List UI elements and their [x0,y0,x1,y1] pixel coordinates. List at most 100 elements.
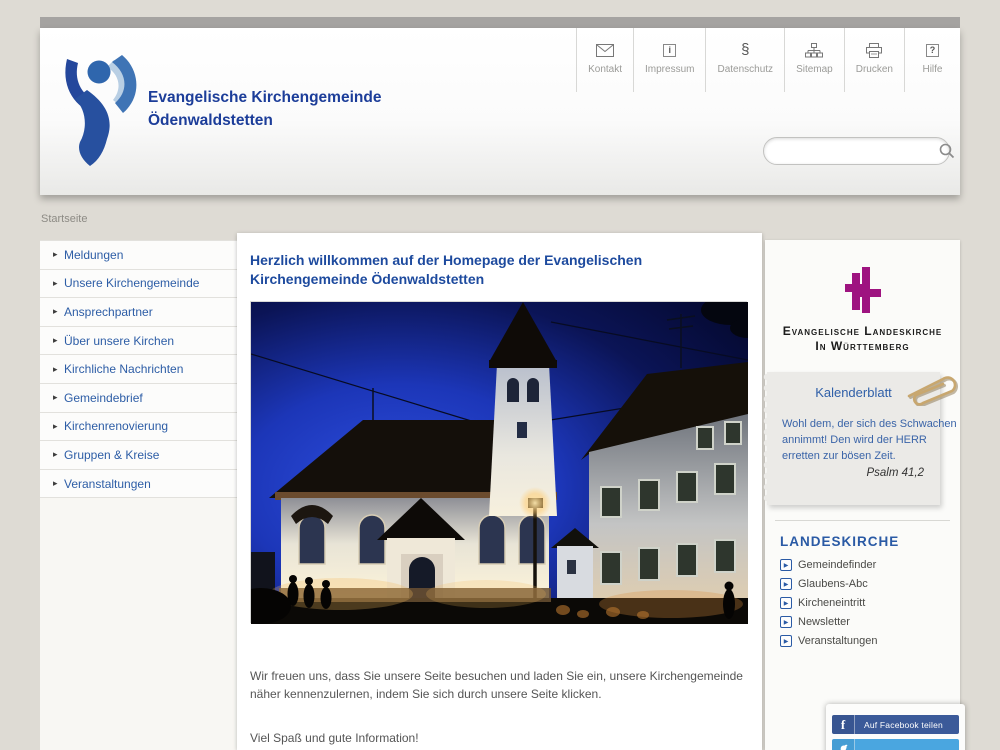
site-title: Evangelische Kirchengemeinde Ödenwaldste… [148,86,381,132]
link-label: Glaubens-Abc [798,578,868,590]
landeskirche-link-kircheneintritt[interactable]: ▶ Kircheneintritt [780,597,945,609]
bullet-icon: ▸ [53,392,64,403]
verse-line: Wohl dem, der sich des Schwachen [782,416,938,432]
nav-item-hilfe[interactable]: ? Hilfe [904,28,960,92]
bullet-icon: ▸ [53,449,64,460]
landeskirche-heading: LANDESKIRCHE [780,534,945,549]
landeskirche-link-newsletter[interactable]: ▶ Newsletter [780,616,945,628]
share-twitter-label [855,739,959,750]
nav-item-datenschutz[interactable]: § Datenschutz [705,28,784,92]
info-icon: i [663,41,676,59]
landeskirche-logo-line2: In Württemberg [765,339,960,354]
landeskirche-link-gemeindefinder[interactable]: ▶ Gemeindefinder [780,559,945,571]
sidebar-item-label: Über unsere Kirchen [64,334,174,348]
nav-item-impressum[interactable]: i Impressum [633,28,705,92]
header: Evangelische Kirchengemeinde Ödenwaldste… [40,28,960,195]
verse-line: erretten zur bösen Zeit. [782,448,938,464]
bullet-icon: ▸ [53,478,64,489]
verse-line: annimmt! Den wird der HERR [782,432,938,448]
landeskirche-link-glaubens-abc[interactable]: ▶ Glaubens-Abc [780,578,945,590]
nav-label: Hilfe [922,64,942,75]
nav-label: Drucken [856,64,893,75]
sidebar-item-label: Meldungen [64,248,123,262]
torn-edge-decoration [763,372,771,505]
twitter-bird-icon [832,739,855,750]
paperclip-icon [903,372,967,411]
search-input[interactable] [764,141,939,161]
sidebar-item-label: Kirchenrenovierung [64,419,168,433]
bullet-icon: ▸ [53,306,64,317]
bullet-icon: ▸ [53,335,64,346]
link-label: Kircheneintritt [798,597,865,609]
sidebar-item-label: Veranstaltungen [64,477,151,491]
bullet-icon: ▸ [53,421,64,432]
search-box [763,137,950,165]
play-icon: ▶ [780,597,792,609]
landeskirche-logo-line1: Evangelische Landeskirche [765,324,960,339]
nav-label: Kontakt [588,64,622,75]
paragraph-icon: § [741,41,749,59]
sitemap-icon [805,41,823,59]
link-label: Gemeindefinder [798,559,876,571]
bullet-icon: ▸ [53,278,64,289]
church-logo [54,46,146,173]
nav-item-kontakt[interactable]: Kontakt [576,28,633,92]
link-label: Newsletter [798,616,850,628]
figure-logo-icon [54,46,146,168]
play-icon: ▶ [780,559,792,571]
nav-label: Impressum [645,64,694,75]
nav-label: Datenschutz [717,64,773,75]
kalenderblatt-source: Psalm 41,2 [767,467,924,479]
share-panel: f Auf Facebook teilen [826,704,965,750]
sidebar-item-label: Ansprechpartner [64,305,153,319]
nav-label: Sitemap [796,64,833,75]
breadcrumb-startseite[interactable]: Startseite [41,213,87,225]
closing-paragraph: Viel Spaß und gute Information! [250,731,749,745]
sidebar-item-gruppen-kreise[interactable]: ▸Gruppen & Kreise [40,441,237,470]
bullet-icon: ▸ [53,364,64,375]
church-night-illustration [251,302,748,624]
share-twitter-button[interactable] [832,739,959,750]
sidebar-item-label: Kirchliche Nachrichten [64,362,183,376]
play-icon: ▶ [780,616,792,628]
share-facebook-label: Auf Facebook teilen [855,715,959,734]
page-title: Herzlich willkommen auf der Homepage der… [250,251,755,289]
sidebar-item-unsere-kirchengemeinde[interactable]: ▸Unsere Kirchengemeinde [40,270,237,299]
sidebar-item-label: Gruppen & Kreise [64,448,159,462]
nav-item-sitemap[interactable]: Sitemap [784,28,844,92]
church-night-photo [250,301,747,623]
landeskirche-cross-icon [845,264,881,316]
site-title-line2: Ödenwaldstetten [148,109,381,132]
sidebar-item-kirchliche-nachrichten[interactable]: ▸Kirchliche Nachrichten [40,355,237,384]
sidebar-item-label: Unsere Kirchengemeinde [64,276,199,290]
main-content: Herzlich willkommen auf der Homepage der… [237,233,762,750]
landeskirche-logo[interactable]: Evangelische Landeskirche In Württemberg [765,240,960,354]
nav-item-drucken[interactable]: Drucken [844,28,904,92]
kalenderblatt-card: Kalenderblatt Wohl dem, der sich des Sch… [767,372,940,505]
left-sidebar: ▸Meldungen ▸Unsere Kirchengemeinde ▸Ansp… [40,240,237,750]
right-sidebar: Evangelische Landeskirche In Württemberg… [765,240,960,750]
play-icon: ▶ [780,635,792,647]
intro-paragraph: Wir freuen uns, dass Sie unsere Seite be… [250,667,755,703]
printer-icon [866,41,882,59]
sidebar-item-ansprechpartner[interactable]: ▸Ansprechpartner [40,298,237,327]
link-label: Veranstaltungen [798,635,878,647]
search-icon[interactable] [939,143,955,159]
sidebar-item-veranstaltungen[interactable]: ▸Veranstaltungen [40,470,237,499]
site-title-line1: Evangelische Kirchengemeinde [148,86,381,109]
landeskirche-links-section: LANDESKIRCHE ▶ Gemeindefinder ▶ Glaubens-A… [775,520,950,647]
landeskirche-link-veranstaltungen[interactable]: ▶ Veranstaltungen [780,635,945,647]
facebook-icon: f [832,715,855,734]
sidebar-item-label: Gemeindebrief [64,391,143,405]
top-nav: Kontakt i Impressum § Datenschutz Sitema… [576,28,960,92]
top-gray-bar [40,17,960,28]
play-icon: ▶ [780,578,792,590]
share-facebook-button[interactable]: f Auf Facebook teilen [832,715,959,734]
bullet-icon: ▸ [53,249,64,260]
help-icon: ? [926,41,939,59]
sidebar-item-kirchenrenovierung[interactable]: ▸Kirchenrenovierung [40,413,237,442]
sidebar-item-ueber-unsere-kirchen[interactable]: ▸Über unsere Kirchen [40,327,237,356]
sidebar-item-gemeindebrief[interactable]: ▸Gemeindebrief [40,384,237,413]
sidebar-item-meldungen[interactable]: ▸Meldungen [40,241,237,270]
envelope-icon [596,41,614,59]
